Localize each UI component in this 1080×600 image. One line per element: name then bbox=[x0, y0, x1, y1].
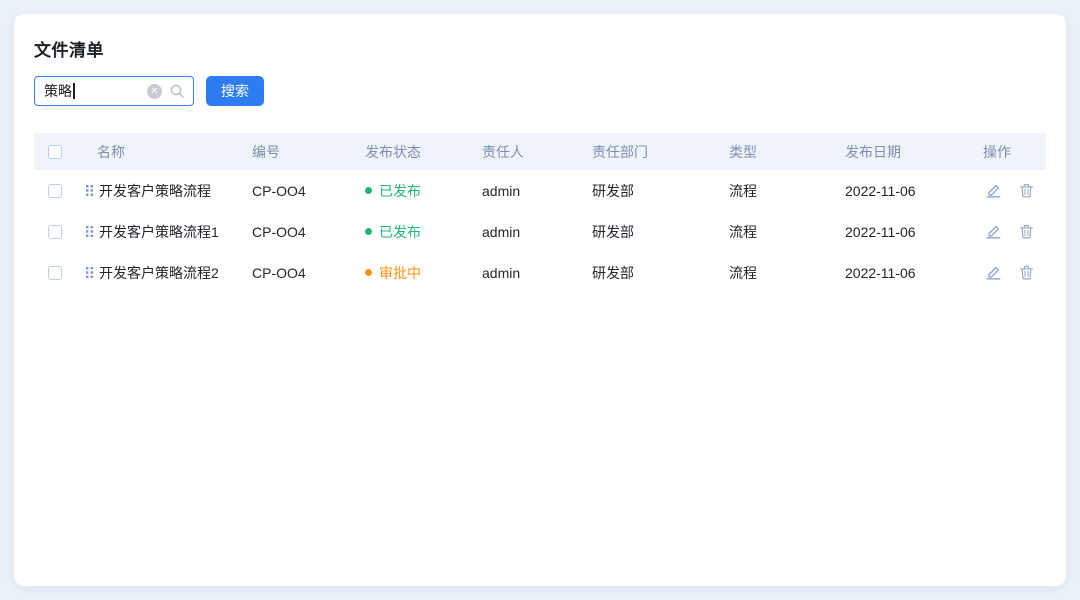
status-badge: 审批中 bbox=[365, 263, 482, 283]
cell-name: 开发客户策略流程 bbox=[99, 181, 211, 201]
cell-name: 开发客户策略流程1 bbox=[99, 222, 219, 242]
table-row: 开发客户策略流程1 CP-OO4 已发布 admin 研发部 流程 2022-1… bbox=[34, 211, 1046, 252]
search-input-value: 策略 bbox=[44, 81, 72, 101]
search-row: 策略 ✕ 搜索 bbox=[34, 76, 1046, 106]
table-header-row: 名称 编号 发布状态 责任人 责任部门 类型 发布日期 操作 bbox=[34, 133, 1046, 170]
cell-type: 流程 bbox=[729, 181, 845, 201]
delete-icon[interactable] bbox=[1019, 265, 1034, 280]
search-input[interactable]: 策略 ✕ bbox=[34, 76, 194, 106]
cell-department: 研发部 bbox=[592, 181, 729, 201]
column-header-date: 发布日期 bbox=[845, 142, 983, 162]
cell-code: CP-OO4 bbox=[252, 224, 365, 240]
cell-code: CP-OO4 bbox=[252, 183, 365, 199]
search-button[interactable]: 搜索 bbox=[206, 76, 264, 106]
edit-icon[interactable] bbox=[986, 265, 1001, 280]
cell-type: 流程 bbox=[729, 222, 845, 242]
text-caret bbox=[73, 83, 75, 99]
status-badge: 已发布 bbox=[365, 222, 482, 242]
edit-icon[interactable] bbox=[986, 183, 1001, 198]
file-list-card: 文件清单 策略 ✕ 搜索 名称 编号 发布状态 责任人 责任部门 bbox=[14, 14, 1066, 586]
status-label: 已发布 bbox=[379, 181, 421, 201]
search-icon bbox=[169, 83, 185, 99]
column-header-type: 类型 bbox=[729, 142, 845, 162]
column-header-status: 发布状态 bbox=[365, 142, 482, 162]
cell-owner: admin bbox=[482, 265, 592, 281]
drag-handle-icon[interactable] bbox=[85, 266, 94, 279]
table-row: 开发客户策略流程 CP-OO4 已发布 admin 研发部 流程 2022-11… bbox=[34, 170, 1046, 211]
row-checkbox[interactable] bbox=[48, 225, 62, 239]
cell-owner: admin bbox=[482, 183, 592, 199]
cell-type: 流程 bbox=[729, 263, 845, 283]
drag-handle-icon[interactable] bbox=[85, 184, 94, 197]
table-row: 开发客户策略流程2 CP-OO4 审批中 admin 研发部 流程 2022-1… bbox=[34, 252, 1046, 293]
cell-owner: admin bbox=[482, 224, 592, 240]
column-header-department: 责任部门 bbox=[592, 142, 729, 162]
status-label: 审批中 bbox=[379, 263, 421, 283]
table-body: 开发客户策略流程 CP-OO4 已发布 admin 研发部 流程 2022-11… bbox=[34, 170, 1046, 293]
cell-date: 2022-11-06 bbox=[845, 224, 983, 240]
cell-department: 研发部 bbox=[592, 263, 729, 283]
column-header-owner: 责任人 bbox=[482, 142, 592, 162]
row-checkbox[interactable] bbox=[48, 266, 62, 280]
file-table: 名称 编号 发布状态 责任人 责任部门 类型 发布日期 操作 bbox=[34, 133, 1046, 293]
delete-icon[interactable] bbox=[1019, 224, 1034, 239]
status-dot-icon bbox=[365, 187, 372, 194]
clear-input-icon[interactable]: ✕ bbox=[147, 84, 162, 99]
drag-handle-icon[interactable] bbox=[85, 225, 94, 238]
column-header-name: 名称 bbox=[76, 142, 252, 162]
column-header-actions: 操作 bbox=[983, 142, 1046, 162]
status-dot-icon bbox=[365, 269, 372, 276]
edit-icon[interactable] bbox=[986, 224, 1001, 239]
page-title: 文件清单 bbox=[34, 36, 1046, 61]
cell-code: CP-OO4 bbox=[252, 265, 365, 281]
cell-date: 2022-11-06 bbox=[845, 183, 983, 199]
cell-date: 2022-11-06 bbox=[845, 265, 983, 281]
delete-icon[interactable] bbox=[1019, 183, 1034, 198]
status-label: 已发布 bbox=[379, 222, 421, 242]
status-badge: 已发布 bbox=[365, 181, 482, 201]
select-all-checkbox[interactable] bbox=[48, 145, 62, 159]
row-checkbox[interactable] bbox=[48, 184, 62, 198]
column-header-code: 编号 bbox=[252, 142, 365, 162]
cell-name: 开发客户策略流程2 bbox=[99, 263, 219, 283]
status-dot-icon bbox=[365, 228, 372, 235]
cell-department: 研发部 bbox=[592, 222, 729, 242]
